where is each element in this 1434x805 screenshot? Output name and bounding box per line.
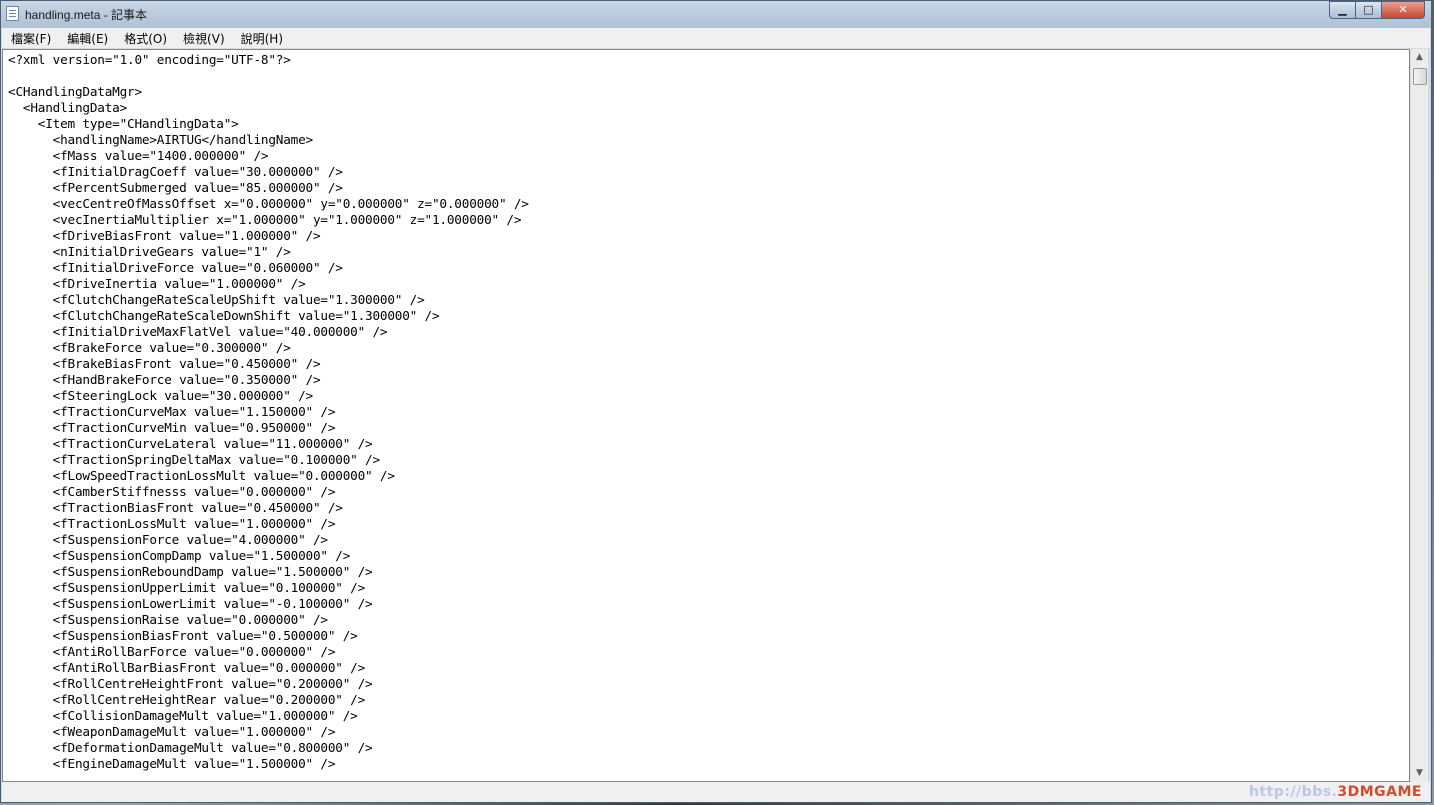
text-line[interactable]: <handlingName>AIRTUG</handlingName> [8, 132, 529, 148]
close-button[interactable]: ✕ [1381, 1, 1425, 19]
text-line[interactable]: <fInitialDriveForce value="0.060000" /> [8, 260, 529, 276]
text-line[interactable]: <fClutchChangeRateScaleUpShift value="1.… [8, 292, 529, 308]
text-line[interactable]: <vecCentreOfMassOffset x="0.000000" y="0… [8, 196, 529, 212]
text-line[interactable]: <fSuspensionReboundDamp value="1.500000"… [8, 564, 529, 580]
text-line[interactable]: <CHandlingDataMgr> [8, 84, 529, 100]
menu-bar: 檔案(F) 編輯(E) 格式(O) 檢視(V) 說明(H) [2, 28, 1430, 49]
caption-buttons: ▁ □ ✕ [1329, 1, 1425, 19]
text-line[interactable] [8, 68, 529, 84]
text-line[interactable]: <vecInertiaMultiplier x="1.000000" y="1.… [8, 212, 529, 228]
text-line[interactable]: <fInitialDriveMaxFlatVel value="40.00000… [8, 324, 529, 340]
title-bar[interactable]: handling.meta - 記事本 ▁ □ ✕ [1, 1, 1431, 28]
text-line[interactable]: <fMass value="1400.000000" /> [8, 148, 529, 164]
window-title: handling.meta - 記事本 [25, 8, 148, 22]
text-line[interactable]: <fTractionCurveMin value="0.950000" /> [8, 420, 529, 436]
text-line[interactable]: <fCollisionDamageMult value="1.000000" /… [8, 708, 529, 724]
scroll-thumb[interactable] [1413, 68, 1427, 85]
text-line[interactable]: <fTractionBiasFront value="0.450000" /> [8, 500, 529, 516]
text-line[interactable]: <fSuspensionUpperLimit value="0.100000" … [8, 580, 529, 596]
menu-help[interactable]: 說明(H) [232, 30, 290, 47]
maximize-button[interactable]: □ [1355, 1, 1381, 19]
text-line[interactable]: <fAntiRollBarBiasFront value="0.000000" … [8, 660, 529, 676]
text-line[interactable]: <fBrakeBiasFront value="0.450000" /> [8, 356, 529, 372]
text-line[interactable]: <fRollCentreHeightFront value="0.200000"… [8, 676, 529, 692]
menu-edit[interactable]: 編輯(E) [58, 30, 115, 47]
text-line[interactable]: <Item type="CHandlingData"> [8, 116, 529, 132]
watermark-url: http://bbs. [1248, 784, 1338, 800]
menu-view[interactable]: 檢視(V) [174, 30, 232, 47]
maximize-icon: □ [1363, 3, 1374, 16]
minimize-button[interactable]: ▁ [1329, 1, 1355, 19]
text-line[interactable]: <fTractionSpringDeltaMax value="0.100000… [8, 452, 529, 468]
text-line[interactable]: <fSteeringLock value="30.000000" /> [8, 388, 529, 404]
text-line[interactable]: <nInitialDriveGears value="1" /> [8, 244, 529, 260]
text-line[interactable]: <fDeformationDamageMult value="0.800000"… [8, 740, 529, 756]
scroll-down-arrow-icon[interactable]: ▼ [1411, 765, 1428, 782]
menu-format[interactable]: 格式(O) [115, 30, 174, 47]
editor-content[interactable]: <?xml version="1.0" encoding="UTF-8"?> <… [8, 52, 529, 772]
text-line[interactable]: <fSuspensionBiasFront value="0.500000" /… [8, 628, 529, 644]
text-line[interactable]: <fPercentSubmerged value="85.000000" /> [8, 180, 529, 196]
text-line[interactable]: <fLowSpeedTractionLossMult value="0.0000… [8, 468, 529, 484]
minimize-icon: ▁ [1338, 3, 1347, 16]
text-line[interactable]: <fAntiRollBarForce value="0.000000" /> [8, 644, 529, 660]
text-editor[interactable]: <?xml version="1.0" encoding="UTF-8"?> <… [2, 49, 1410, 782]
text-line[interactable]: <fTractionLossMult value="1.000000" /> [8, 516, 529, 532]
text-line[interactable]: <fTractionCurveMax value="1.150000" /> [8, 404, 529, 420]
text-line[interactable]: <fCamberStiffnesss value="0.000000" /> [8, 484, 529, 500]
watermark-brand: 3DMGAME [1337, 784, 1422, 800]
text-line[interactable]: <fDriveInertia value="1.000000" /> [8, 276, 529, 292]
text-line[interactable]: <fHandBrakeForce value="0.350000" /> [8, 372, 529, 388]
text-line[interactable]: <fDriveBiasFront value="1.000000" /> [8, 228, 529, 244]
close-icon: ✕ [1398, 3, 1408, 16]
text-line[interactable]: <fRollCentreHeightRear value="0.200000" … [8, 692, 529, 708]
vertical-scrollbar[interactable]: ▲ ▼ [1410, 49, 1428, 782]
text-line[interactable]: <fEngineDamageMult value="1.500000" /> [8, 756, 529, 772]
menu-file[interactable]: 檔案(F) [2, 30, 58, 47]
text-line[interactable]: <fSuspensionCompDamp value="1.500000" /> [8, 548, 529, 564]
scroll-up-arrow-icon[interactable]: ▲ [1411, 49, 1428, 66]
text-line[interactable]: <HandlingData> [8, 100, 529, 116]
bottom-bar: http://bbs.3DMGAME [2, 782, 1430, 802]
text-line[interactable]: <?xml version="1.0" encoding="UTF-8"?> [8, 52, 529, 68]
text-line[interactable]: <fSuspensionLowerLimit value="-0.100000"… [8, 596, 529, 612]
text-line[interactable]: <fSuspensionRaise value="0.000000" /> [8, 612, 529, 628]
text-line[interactable]: <fClutchChangeRateScaleDownShift value="… [8, 308, 529, 324]
notepad-icon[interactable] [6, 6, 19, 21]
text-line[interactable]: <fSuspensionForce value="4.000000" /> [8, 532, 529, 548]
notepad-window: handling.meta - 記事本 ▁ □ ✕ 檔案(F) 編輯(E) 格式… [0, 0, 1432, 803]
text-line[interactable]: <fTractionCurveLateral value="11.000000"… [8, 436, 529, 452]
watermark: http://bbs.3DMGAME [1249, 784, 1422, 800]
text-line[interactable]: <fInitialDragCoeff value="30.000000" /> [8, 164, 529, 180]
text-line[interactable]: <fBrakeForce value="0.300000" /> [8, 340, 529, 356]
text-line[interactable]: <fWeaponDamageMult value="1.000000" /> [8, 724, 529, 740]
